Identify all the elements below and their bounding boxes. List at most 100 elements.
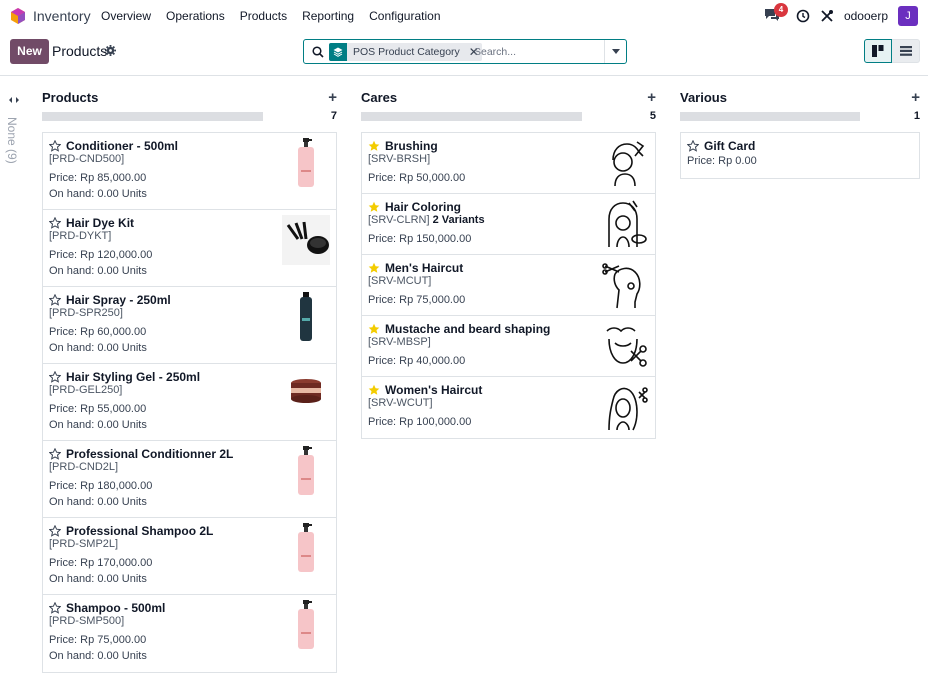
card-title: Professional Shampoo 2L <box>66 524 214 538</box>
menu-configuration[interactable]: Configuration <box>369 9 440 23</box>
card-title: Shampoo - 500ml <box>66 601 166 615</box>
facet-label: POS Product Category <box>353 46 460 58</box>
star-outline-icon[interactable] <box>49 140 61 152</box>
kanban-card[interactable]: Hair Spray - 250ml [PRD-SPR250] Price: R… <box>43 287 336 364</box>
card-title: Hair Coloring <box>385 200 462 214</box>
bottle-image <box>298 523 314 572</box>
kanban-card[interactable]: Hair Styling Gel - 250ml [PRD-GEL250] Pr… <box>43 364 336 441</box>
star-filled-icon[interactable] <box>368 384 380 396</box>
column-header: Products + 7 <box>42 89 337 125</box>
card-code: [SRV-MBSP] <box>368 336 431 348</box>
kanban-board: None (9) Products + 7 Conditioner - 500m… <box>0 77 928 684</box>
activity-clock-icon[interactable] <box>796 9 810 23</box>
card-onhand: On hand: 0.00 Units <box>49 650 147 662</box>
card-code: [SRV-MCUT] <box>368 275 432 287</box>
bottle-image <box>298 138 314 187</box>
beard-shaping-service-icon <box>606 327 647 367</box>
column-header: Cares + 5 <box>361 89 656 125</box>
caret-down-icon <box>611 49 620 54</box>
folded-column[interactable]: None (9) <box>0 77 28 684</box>
search-facet[interactable]: POS Product Category ✕ <box>329 43 482 61</box>
star-outline-icon[interactable] <box>49 217 61 229</box>
card-price: Price: Rp 150,000.00 <box>368 233 472 245</box>
search-options-toggle[interactable] <box>604 40 626 63</box>
quick-create-icon[interactable]: + <box>328 89 337 106</box>
column-cards: Gift Card Price: Rp 0.00 <box>680 132 920 179</box>
kanban-card[interactable]: Hair Coloring [SRV-CLRN] 2 Variants Pric… <box>362 194 655 255</box>
bottle-image <box>298 600 314 649</box>
column-count: 5 <box>649 110 656 122</box>
quick-create-icon[interactable]: + <box>911 89 920 106</box>
card-price: Price: Rp 180,000.00 <box>49 480 153 492</box>
kanban-view-button[interactable] <box>864 39 892 63</box>
messaging-icon[interactable]: 4 <box>764 3 788 24</box>
gear-icon[interactable] <box>105 45 116 56</box>
kanban-card[interactable]: Shampoo - 500ml [PRD-SMP500] Price: Rp 7… <box>43 595 336 672</box>
card-onhand: On hand: 0.00 Units <box>49 188 147 200</box>
star-outline-icon[interactable] <box>49 602 61 614</box>
star-outline-icon[interactable] <box>49 525 61 537</box>
star-filled-icon[interactable] <box>368 201 380 213</box>
column-cards: Brushing [SRV-BRSH] Price: Rp 50,000.00 … <box>361 132 656 439</box>
card-onhand: On hand: 0.00 Units <box>49 496 147 508</box>
card-price: Price: Rp 40,000.00 <box>368 355 466 367</box>
star-outline-icon[interactable] <box>49 294 61 306</box>
brushing-service-icon <box>612 141 645 187</box>
kanban-card[interactable]: Conditioner - 500ml [PRD-CND500] Price: … <box>43 133 336 210</box>
card-code: [PRD-DYKT] <box>49 230 112 242</box>
card-title: Hair Spray - 250ml <box>66 293 171 307</box>
spray-can-image <box>300 292 312 341</box>
card-title: Gift Card <box>704 139 756 153</box>
kanban-card[interactable]: Professional Shampoo 2L [PRD-SMP2L] Pric… <box>43 518 336 595</box>
inventory-app-icon[interactable] <box>10 8 26 24</box>
column-title: Cares <box>361 90 398 105</box>
dye-kit-image <box>282 215 330 265</box>
star-outline-icon[interactable] <box>687 140 699 152</box>
card-title: Men's Haircut <box>385 261 464 275</box>
kanban-card[interactable]: Brushing [SRV-BRSH] Price: Rp 50,000.00 <box>362 133 655 194</box>
kanban-card[interactable]: Men's Haircut [SRV-MCUT] Price: Rp 75,00… <box>362 255 655 316</box>
star-outline-icon[interactable] <box>49 448 61 460</box>
card-code: [PRD-CND2L] <box>49 461 119 473</box>
user-avatar[interactable]: J <box>898 6 918 26</box>
card-onhand: On hand: 0.00 Units <box>49 573 147 585</box>
breadcrumb-title: Products <box>52 43 108 59</box>
expand-arrows-icon[interactable] <box>8 95 20 105</box>
app-name[interactable]: Inventory <box>33 8 91 24</box>
star-filled-icon[interactable] <box>368 262 380 274</box>
search-icon[interactable] <box>312 46 324 58</box>
menu-overview[interactable]: Overview <box>101 9 151 23</box>
new-button[interactable]: New <box>10 39 49 64</box>
column-progress-bar[interactable] <box>680 112 860 121</box>
kanban-card[interactable]: Professional Conditionner 2L [PRD-CND2L]… <box>43 441 336 518</box>
search-input[interactable] <box>474 43 602 61</box>
kanban-card[interactable]: Gift Card Price: Rp 0.00 <box>681 133 919 178</box>
kanban-card[interactable]: Hair Dye Kit [PRD-DYKT] Price: Rp 120,00… <box>43 210 336 287</box>
kanban-card[interactable]: Women's Haircut [SRV-WCUT] Price: Rp 100… <box>362 377 655 438</box>
systray: 4 odooerp J <box>764 3 918 26</box>
layers-icon <box>329 43 347 61</box>
top-navbar: Inventory Overview Operations Products R… <box>0 0 928 32</box>
menu-operations[interactable]: Operations <box>166 9 225 23</box>
column-progress-bar[interactable] <box>361 112 582 121</box>
star-outline-icon[interactable] <box>49 371 61 383</box>
column-header: Various + 1 <box>680 89 920 125</box>
card-title: Conditioner - 500ml <box>66 139 179 153</box>
tools-icon[interactable] <box>820 9 834 23</box>
star-filled-icon[interactable] <box>368 323 380 335</box>
search-bar[interactable]: POS Product Category ✕ <box>303 39 627 64</box>
menu-reporting[interactable]: Reporting <box>302 9 354 23</box>
column-progress-bar[interactable] <box>42 112 263 121</box>
list-view-button[interactable] <box>892 39 920 63</box>
star-filled-icon[interactable] <box>368 140 380 152</box>
mens-haircut-service-icon <box>602 263 641 309</box>
menu-products[interactable]: Products <box>240 9 287 23</box>
kanban-card[interactable]: Mustache and beard shaping [SRV-MBSP] Pr… <box>362 316 655 377</box>
card-code: [SRV-WCUT] <box>368 397 433 409</box>
list-icon <box>899 46 912 56</box>
card-title: Mustache and beard shaping <box>385 322 551 336</box>
database-name[interactable]: odooerp <box>844 9 888 23</box>
quick-create-icon[interactable]: + <box>647 89 656 106</box>
variants-count: 2 Variants <box>432 214 485 226</box>
column-cards: Conditioner - 500ml [PRD-CND500] Price: … <box>42 132 337 673</box>
